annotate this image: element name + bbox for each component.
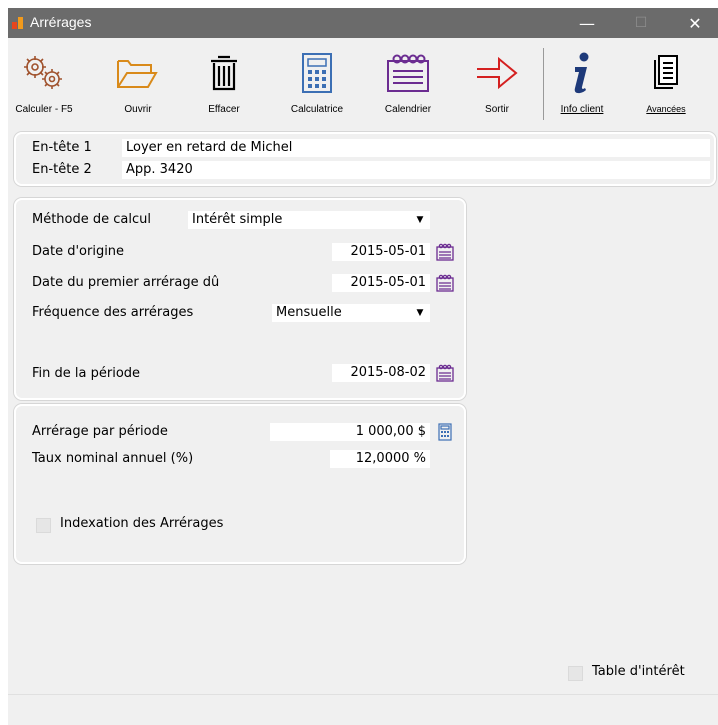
fin-label: Fin de la période: [32, 366, 141, 381]
indexation-label: Indexation des Arrérages: [60, 516, 224, 531]
application-window: Arrérages — ☐ ✕ Calculer - F5 Ouvrir Eff…: [8, 8, 718, 725]
status-bar: [8, 694, 718, 725]
taux-input[interactable]: 12,0000 %: [330, 450, 430, 468]
arrerage-label: Arrérage par période: [32, 424, 168, 439]
date-origine-input[interactable]: 2015-05-01: [332, 243, 430, 261]
frequence-dropdown-arrow-icon[interactable]: ▼: [412, 304, 428, 322]
table-interet-label: Table d'intérêt: [592, 664, 685, 679]
header-panel: En-tête 1 Loyer en retard de Michel En-t…: [14, 132, 716, 186]
date-premier-label: Date du premier arrérage dû: [32, 275, 220, 290]
calendrier-label: Calendrier: [384, 104, 432, 115]
methode-label: Méthode de calcul: [32, 212, 151, 227]
montants-panel: Arrérage par période 1 000,00 $ Taux nom…: [14, 404, 466, 564]
ouvrir-label: Ouvrir: [124, 104, 152, 115]
date-premier-input[interactable]: 2015-05-01: [332, 274, 430, 292]
ouvrir-button[interactable]: Ouvrir: [112, 48, 164, 128]
entete2-input[interactable]: App. 3420: [122, 161, 710, 179]
frequence-value: Mensuelle: [276, 305, 342, 320]
calcul-panel: Méthode de calcul Intérêt simple ▼ Date …: [14, 198, 466, 400]
calculer-label: Calculer - F5: [15, 104, 73, 115]
avancees-button[interactable]: Avancées: [638, 48, 694, 128]
frequence-select[interactable]: Mensuelle: [272, 304, 430, 322]
calculer-button[interactable]: Calculer - F5: [14, 48, 74, 128]
info-icon: [574, 52, 589, 94]
calendrier-button[interactable]: Calendrier: [378, 48, 438, 128]
gears-icon: [24, 56, 62, 89]
maximize-button[interactable]: ☐: [618, 8, 664, 38]
methode-dropdown-arrow-icon[interactable]: ▼: [412, 211, 428, 229]
app-logo-icon: [12, 17, 23, 29]
entete1-label: En-tête 1: [32, 140, 92, 155]
calculator-icon: [302, 53, 332, 93]
toolbar: Calculer - F5 Ouvrir Effacer Calculatric…: [8, 38, 718, 130]
maximize-icon: ☐: [634, 15, 648, 31]
date-origine-calendar-icon[interactable]: [436, 243, 454, 261]
arrerage-input[interactable]: 1 000,00 $: [270, 423, 430, 441]
date-premier-calendar-icon[interactable]: [436, 274, 454, 292]
calendar-icon: [387, 54, 429, 92]
documents-icon: [654, 55, 678, 89]
fin-input[interactable]: 2015-08-02: [332, 364, 430, 382]
trash-icon: [211, 55, 237, 91]
calculatrice-button[interactable]: Calculatrice: [284, 48, 350, 128]
entete1-input[interactable]: Loyer en retard de Michel: [122, 139, 710, 157]
methode-select[interactable]: Intérêt simple: [188, 211, 430, 229]
sortir-button[interactable]: Sortir: [472, 48, 522, 128]
table-interet-checkbox[interactable]: [568, 666, 583, 681]
exit-arrow-icon: [477, 56, 518, 90]
frequence-label: Fréquence des arrérages: [32, 305, 194, 320]
close-button[interactable]: ✕: [672, 8, 718, 38]
methode-value: Intérêt simple: [192, 212, 283, 227]
avancees-label: Avancées: [646, 104, 686, 114]
entete2-label: En-tête 2: [32, 162, 92, 177]
title-bar: Arrérages — ☐ ✕: [8, 8, 718, 38]
minimize-icon: —: [579, 13, 595, 33]
calculatrice-label: Calculatrice: [290, 104, 344, 115]
indexation-checkbox[interactable]: [36, 518, 51, 533]
window-title: Arrérages: [30, 14, 92, 30]
arrerage-calculator-icon[interactable]: [436, 423, 454, 441]
close-icon: ✕: [688, 13, 702, 33]
folder-icon: [117, 60, 158, 88]
sortir-label: Sortir: [485, 104, 509, 115]
effacer-label: Effacer: [208, 104, 240, 115]
fin-calendar-icon[interactable]: [436, 364, 454, 382]
date-origine-label: Date d'origine: [32, 244, 125, 259]
info-client-button[interactable]: Info client: [552, 48, 612, 128]
minimize-button[interactable]: —: [564, 8, 610, 38]
info-client-label: Info client: [560, 104, 604, 115]
toolbar-separator: [543, 48, 544, 120]
effacer-button[interactable]: Effacer: [198, 48, 250, 128]
taux-label: Taux nominal annuel (%): [32, 451, 194, 466]
